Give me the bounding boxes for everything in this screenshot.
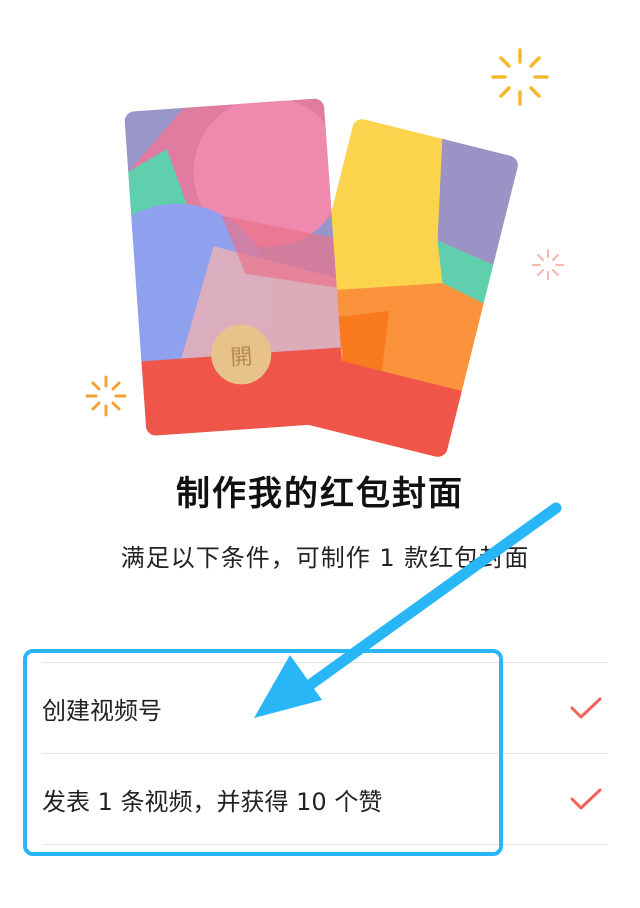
check-icon (570, 788, 602, 810)
highlight-box (23, 649, 503, 856)
sparkle-icon (491, 48, 549, 106)
red-envelope-illustration: 開 (85, 48, 564, 459)
seal-char: 開 (230, 345, 254, 371)
check-icon (570, 697, 602, 719)
page-subtitle: 满足以下条件，可制作 1 款红包封面 (120, 544, 530, 572)
sparkle-icon (85, 375, 127, 417)
page-title: 制作我的红包封面 (176, 474, 464, 514)
sparkle-icon (532, 249, 564, 280)
